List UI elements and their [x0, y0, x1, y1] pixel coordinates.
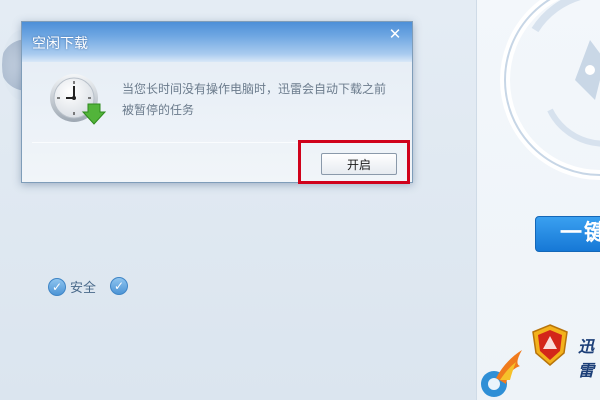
clock-download-icon [50, 74, 106, 125]
shield-icon [532, 324, 568, 366]
dialog-titlebar: 空闲下载 ✕ [22, 22, 412, 62]
enable-button[interactable]: 开启 [321, 153, 397, 175]
idle-download-dialog: 空闲下载 ✕ 当您长时间没有操作电脑时，迅雷会自动下载之前被暂停的任务 开启 [21, 21, 413, 184]
dialog-message: 当您长时间没有操作电脑时，迅雷会自动下载之前被暂停的任务 [122, 82, 387, 117]
close-button[interactable]: ✕ [387, 26, 403, 42]
check-icon: ✓ [48, 277, 66, 296]
one-click-speedup-label: 一键 [560, 221, 600, 246]
brand-text: 迅雷 [578, 337, 595, 380]
dialog-body: 当您长时间没有操作电脑时，迅雷会自动下载之前被暂停的任务 开启 [22, 62, 412, 184]
safety-label: 安全 [70, 281, 97, 296]
flame-logo-icon [481, 350, 522, 397]
check-icon: ✓ [110, 277, 128, 295]
speed-dial-icon [500, 0, 600, 180]
safety-status: ✓ 安全 [48, 277, 96, 296]
one-click-speedup-button[interactable]: 一键 [535, 216, 600, 252]
dialog-title: 空闲下载 [32, 36, 88, 52]
